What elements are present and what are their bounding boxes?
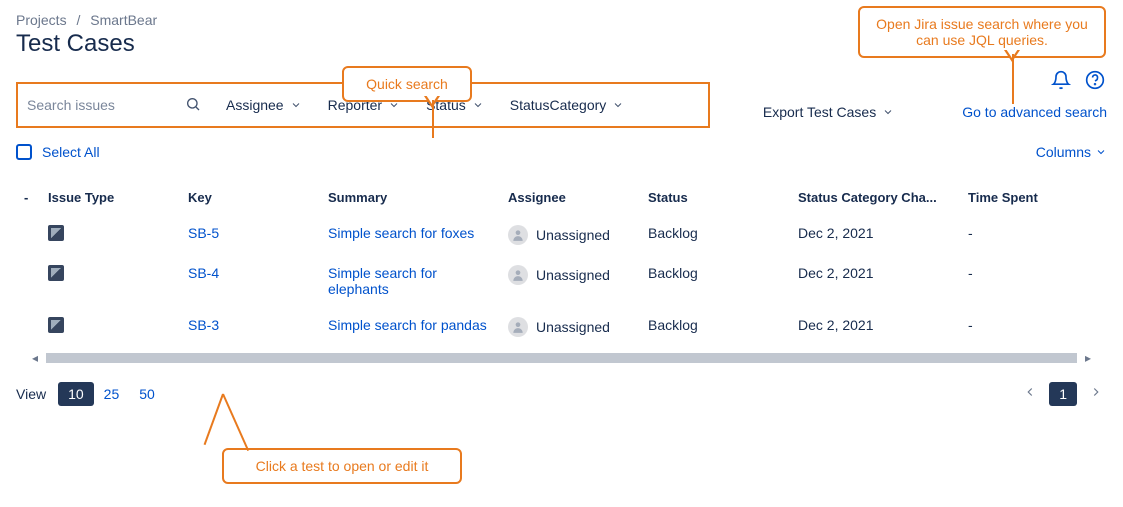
breadcrumb-projects[interactable]: Projects (16, 12, 67, 28)
assignee-value: Unassigned (536, 319, 610, 335)
status-category-changed-value: Dec 2, 2021 (790, 215, 960, 255)
page-size-selector: View 102550 (16, 386, 165, 402)
search-icon[interactable] (185, 96, 201, 115)
columns-label: Columns (1036, 144, 1091, 160)
chevron-left-icon (1023, 385, 1037, 399)
issue-type-icon (48, 317, 64, 333)
page-size-50[interactable]: 50 (129, 382, 165, 406)
search-issues-input[interactable] (27, 91, 207, 119)
export-label: Export Test Cases (763, 104, 876, 120)
status-value: Backlog (640, 255, 790, 307)
col-assignee[interactable]: Assignee (500, 180, 640, 215)
chevron-down-icon (882, 106, 894, 118)
export-test-cases-button[interactable]: Export Test Cases (763, 104, 894, 120)
table-row[interactable]: SB-5 Simple search for foxes Unassigned … (16, 215, 1107, 255)
filter-assignee[interactable]: Assignee (218, 91, 310, 119)
time-spent-value: - (960, 215, 1107, 255)
issue-type-icon (48, 225, 64, 241)
status-value: Backlog (640, 215, 790, 255)
page-size-10[interactable]: 10 (58, 382, 94, 406)
status-value: Backlog (640, 307, 790, 347)
advanced-search-link[interactable]: Go to advanced search (962, 104, 1107, 120)
issue-summary-link[interactable]: Simple search for foxes (328, 225, 474, 241)
callout-click-test: Click a test to open or edit it (222, 448, 462, 484)
chevron-down-icon (290, 99, 302, 111)
chevron-down-icon (612, 99, 624, 111)
view-label: View (16, 386, 46, 402)
issue-key-link[interactable]: SB-5 (188, 225, 219, 241)
issue-type-icon (48, 265, 64, 281)
table-row[interactable]: SB-4 Simple search for elephants Unassig… (16, 255, 1107, 307)
issue-key-link[interactable]: SB-3 (188, 317, 219, 333)
columns-button[interactable]: Columns (1036, 144, 1107, 160)
issue-summary-link[interactable]: Simple search for elephants (328, 265, 437, 297)
callout-quick-search: Quick search (342, 66, 472, 102)
assignee-value: Unassigned (536, 227, 610, 243)
issue-key-link[interactable]: SB-4 (188, 265, 219, 281)
table-row[interactable]: SB-3 Simple search for pandas Unassigned… (16, 307, 1107, 347)
col-key[interactable]: Key (180, 180, 320, 215)
pager-next[interactable] (1085, 381, 1107, 406)
assignee-value: Unassigned (536, 267, 610, 283)
callout-line (1012, 54, 1014, 104)
col-time-spent[interactable]: Time Spent (960, 180, 1107, 215)
col-summary[interactable]: Summary (320, 180, 500, 215)
filter-status-category-label: StatusCategory (510, 97, 607, 113)
chevron-right-icon (1089, 385, 1103, 399)
avatar-icon (508, 317, 528, 337)
chevron-down-icon (472, 99, 484, 111)
callout-jql: Open Jira issue search where you can use… (858, 6, 1106, 58)
time-spent-value: - (960, 307, 1107, 347)
pager-prev[interactable] (1019, 381, 1041, 406)
breadcrumb-project-name[interactable]: SmartBear (90, 12, 157, 28)
avatar-icon (508, 265, 528, 285)
status-category-changed-value: Dec 2, 2021 (790, 307, 960, 347)
issue-summary-link[interactable]: Simple search for pandas (328, 317, 487, 333)
col-status-category-changed[interactable]: Status Category Cha... (790, 180, 960, 215)
breadcrumb-separator: / (76, 12, 80, 28)
filter-assignee-label: Assignee (226, 97, 284, 113)
status-category-changed-value: Dec 2, 2021 (790, 255, 960, 307)
col-issue-type[interactable]: Issue Type (40, 180, 180, 215)
page-size-25[interactable]: 25 (94, 382, 130, 406)
select-all-label[interactable]: Select All (42, 144, 100, 160)
horizontal-scrollbar[interactable]: ◂ ▸ (46, 353, 1077, 363)
time-spent-value: - (960, 255, 1107, 307)
help-icon[interactable] (1083, 68, 1107, 92)
avatar-icon (508, 225, 528, 245)
page-1[interactable]: 1 (1049, 382, 1077, 406)
notifications-icon[interactable] (1049, 68, 1073, 92)
chevron-down-icon (1095, 146, 1107, 158)
filter-status-category[interactable]: StatusCategory (502, 91, 633, 119)
col-drag: - (16, 180, 40, 215)
select-all-checkbox[interactable] (16, 144, 32, 160)
scroll-left-icon[interactable]: ◂ (32, 351, 38, 365)
callout-line (432, 100, 434, 138)
pager: 1 (1019, 381, 1107, 406)
scroll-right-icon[interactable]: ▸ (1085, 351, 1091, 365)
test-cases-table: - Issue Type Key Summary Assignee Status… (16, 180, 1107, 347)
search-issues-input-wrap (26, 90, 208, 120)
col-status[interactable]: Status (640, 180, 790, 215)
